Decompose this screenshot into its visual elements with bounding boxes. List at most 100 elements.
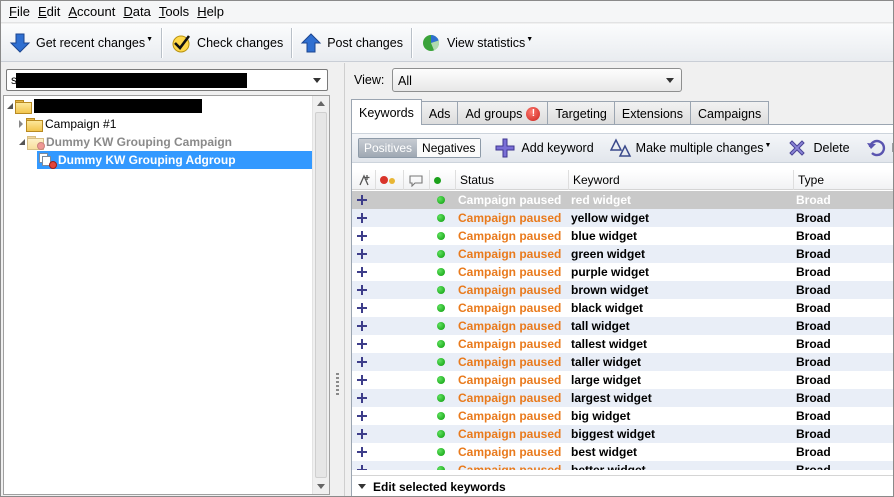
table-row[interactable]: Campaign paused biggest widget Broad bbox=[352, 425, 893, 443]
match-type-cell[interactable]: Broad bbox=[796, 443, 831, 461]
add-keyword-row-icon[interactable] bbox=[357, 393, 367, 403]
keyword-cell[interactable]: taller widget bbox=[571, 353, 641, 371]
menu-item[interactable]: Data bbox=[119, 2, 154, 22]
tree-node-adgroup[interactable]: Dummy KW Grouping Adgroup bbox=[37, 151, 313, 169]
column-header-status[interactable]: Status bbox=[456, 170, 569, 190]
negatives-toggle[interactable]: Negatives bbox=[417, 139, 481, 157]
match-type-cell[interactable]: Broad bbox=[796, 461, 831, 470]
column-header-type[interactable]: Type bbox=[794, 170, 893, 190]
match-type-cell[interactable]: Broad bbox=[796, 299, 831, 317]
table-row[interactable]: Campaign paused black widget Broad bbox=[352, 299, 893, 317]
tab-targeting[interactable]: Targeting bbox=[547, 101, 615, 125]
menu-item[interactable]: File bbox=[5, 2, 34, 22]
table-row[interactable]: Campaign paused big widget Broad bbox=[352, 407, 893, 425]
match-type-cell[interactable]: Broad bbox=[796, 245, 831, 263]
scroll-thumb[interactable] bbox=[315, 112, 327, 478]
keyword-cell[interactable]: better widget bbox=[571, 461, 646, 470]
keyword-cell[interactable]: large widget bbox=[571, 371, 641, 389]
add-keyword-row-icon[interactable] bbox=[357, 465, 367, 470]
column-header-add[interactable] bbox=[352, 170, 376, 190]
add-keyword-row-icon[interactable] bbox=[357, 375, 367, 385]
keyword-cell[interactable]: green widget bbox=[571, 245, 645, 263]
keyword-cell[interactable]: blue widget bbox=[571, 227, 637, 245]
pane-splitter[interactable] bbox=[332, 63, 344, 496]
table-row[interactable]: Campaign paused blue widget Broad bbox=[352, 227, 893, 245]
collapse-triangle-icon[interactable] bbox=[19, 120, 23, 128]
tab-ads[interactable]: Ads bbox=[420, 101, 459, 125]
table-row[interactable]: Campaign paused tallest widget Broad bbox=[352, 335, 893, 353]
match-type-cell[interactable]: Broad bbox=[796, 353, 831, 371]
tab-keywords[interactable]: Keywords bbox=[351, 99, 422, 125]
match-type-cell[interactable]: Broad bbox=[796, 209, 831, 227]
keyword-cell[interactable]: big widget bbox=[571, 407, 630, 425]
table-row[interactable]: Campaign paused better widget Broad bbox=[352, 461, 893, 470]
table-row[interactable]: Campaign paused tall widget Broad bbox=[352, 317, 893, 335]
menu-item[interactable]: Account bbox=[64, 2, 119, 22]
table-row[interactable]: Campaign paused taller widget Broad bbox=[352, 353, 893, 371]
scroll-down-icon[interactable] bbox=[317, 484, 325, 489]
check-changes-button[interactable]: Check changes bbox=[166, 28, 287, 58]
tree-node-campaign-1[interactable]: Campaign #1 bbox=[19, 115, 116, 133]
match-type-cell[interactable]: Broad bbox=[796, 407, 831, 425]
view-statistics-button[interactable]: View statistics ▼ bbox=[416, 28, 537, 58]
add-keyword-row-icon[interactable] bbox=[357, 195, 367, 205]
positives-toggle[interactable]: Positives bbox=[359, 139, 418, 157]
add-keyword-row-icon[interactable] bbox=[357, 429, 367, 439]
keyword-cell[interactable]: largest widget bbox=[571, 389, 652, 407]
match-type-cell[interactable]: Broad bbox=[796, 425, 831, 443]
column-header-comments[interactable] bbox=[404, 170, 430, 190]
add-keyword-row-icon[interactable] bbox=[357, 249, 367, 259]
add-keyword-row-icon[interactable] bbox=[357, 303, 367, 313]
table-row[interactable]: Campaign paused best widget Broad bbox=[352, 443, 893, 461]
add-keyword-row-icon[interactable] bbox=[357, 411, 367, 421]
tree-node-campaign-2[interactable]: Dummy KW Grouping Campaign bbox=[19, 133, 232, 151]
expand-triangle-icon[interactable] bbox=[7, 103, 13, 109]
keyword-cell[interactable]: tallest widget bbox=[571, 335, 647, 353]
menu-item[interactable]: Help bbox=[193, 2, 228, 22]
table-row[interactable]: Campaign paused red widget Broad bbox=[352, 191, 893, 209]
add-keyword-row-icon[interactable] bbox=[357, 447, 367, 457]
add-keyword-row-icon[interactable] bbox=[357, 321, 367, 331]
scroll-up-icon[interactable] bbox=[317, 101, 325, 106]
table-row[interactable]: Campaign paused large widget Broad bbox=[352, 371, 893, 389]
tab-campaigns[interactable]: Campaigns bbox=[690, 101, 770, 125]
match-type-cell[interactable]: Broad bbox=[796, 317, 831, 335]
tree-scrollbar[interactable] bbox=[312, 96, 329, 494]
column-header-errors[interactable] bbox=[376, 170, 404, 190]
add-keyword-row-icon[interactable] bbox=[357, 267, 367, 277]
add-keyword-row-icon[interactable] bbox=[357, 231, 367, 241]
view-filter-select[interactable]: All bbox=[392, 68, 682, 92]
keyword-cell[interactable]: purple widget bbox=[571, 263, 649, 281]
column-header-keyword[interactable]: Keyword bbox=[569, 170, 794, 190]
column-header-state[interactable] bbox=[430, 170, 456, 190]
add-keyword-row-icon[interactable] bbox=[357, 213, 367, 223]
match-type-cell[interactable]: Broad bbox=[796, 227, 831, 245]
match-type-cell[interactable]: Broad bbox=[796, 191, 831, 209]
post-changes-button[interactable]: Post changes bbox=[296, 28, 407, 58]
match-type-cell[interactable]: Broad bbox=[796, 263, 831, 281]
table-row[interactable]: Campaign paused purple widget Broad bbox=[352, 263, 893, 281]
add-keyword-button[interactable]: Add keyword bbox=[493, 138, 595, 158]
delete-button[interactable]: Delete bbox=[785, 138, 851, 158]
keyword-cell[interactable]: red widget bbox=[571, 191, 631, 209]
match-type-cell[interactable]: Broad bbox=[796, 281, 831, 299]
menu-item[interactable]: Tools bbox=[155, 2, 193, 22]
table-row[interactable]: Campaign paused brown widget Broad bbox=[352, 281, 893, 299]
tree-node-account[interactable] bbox=[7, 97, 202, 115]
add-keyword-row-icon[interactable] bbox=[357, 339, 367, 349]
get-recent-changes-button[interactable]: Get recent changes ▼ bbox=[5, 28, 157, 58]
keyword-cell[interactable]: yellow widget bbox=[571, 209, 649, 227]
keyword-cell[interactable]: black widget bbox=[571, 299, 643, 317]
account-selector[interactable]: s bbox=[6, 69, 328, 91]
keyword-cell[interactable]: biggest widget bbox=[571, 425, 655, 443]
match-type-cell[interactable]: Broad bbox=[796, 389, 831, 407]
make-multiple-changes-button[interactable]: Make multiple changes ▼ bbox=[608, 138, 774, 158]
edit-selected-keywords-toggle[interactable]: Edit selected keywords bbox=[352, 475, 893, 496]
add-keyword-row-icon[interactable] bbox=[357, 357, 367, 367]
tab-extensions[interactable]: Extensions bbox=[613, 101, 692, 125]
tab-ad-groups[interactable]: Ad groups! bbox=[457, 101, 549, 125]
keyword-cell[interactable]: tall widget bbox=[571, 317, 630, 335]
match-type-cell[interactable]: Broad bbox=[796, 371, 831, 389]
keyword-cell[interactable]: best widget bbox=[571, 443, 637, 461]
keyword-cell[interactable]: brown widget bbox=[571, 281, 648, 299]
